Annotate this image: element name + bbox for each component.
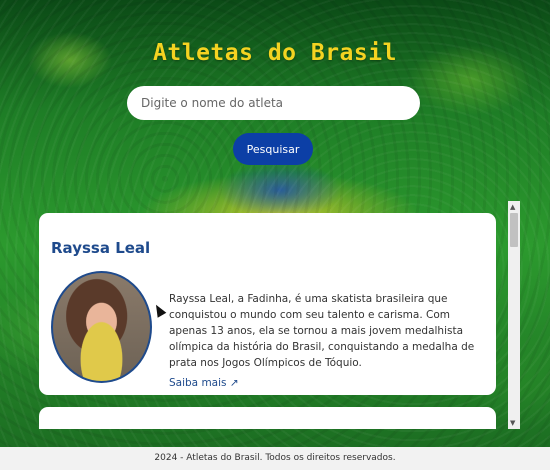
- page-title: Atletas do Brasil: [153, 40, 397, 66]
- read-more-link[interactable]: Saiba mais ↗: [169, 377, 239, 389]
- scrollbar-thumb[interactable]: [510, 213, 518, 247]
- athlete-card: Rayssa Leal Rayssa Leal, a Fadinha, é um…: [39, 213, 496, 395]
- scrollbar[interactable]: ▲ ▼: [508, 201, 520, 429]
- search-input[interactable]: [141, 96, 406, 110]
- athlete-bio: Rayssa Leal, a Fadinha, é uma skatista b…: [169, 293, 475, 369]
- arrow-down-icon[interactable]: ▼: [510, 419, 515, 427]
- athlete-list[interactable]: Rayssa Leal Rayssa Leal, a Fadinha, é um…: [39, 201, 520, 429]
- search-button[interactable]: Pesquisar: [233, 133, 313, 165]
- athlete-card: [39, 407, 496, 429]
- arrow-up-icon[interactable]: ▲: [510, 203, 515, 211]
- athlete-name: Rayssa Leal: [51, 239, 151, 257]
- search-field[interactable]: [127, 86, 420, 120]
- athlete-photo: [51, 271, 152, 383]
- page-footer: 2024 - Atletas do Brasil. Todos os direi…: [0, 447, 550, 470]
